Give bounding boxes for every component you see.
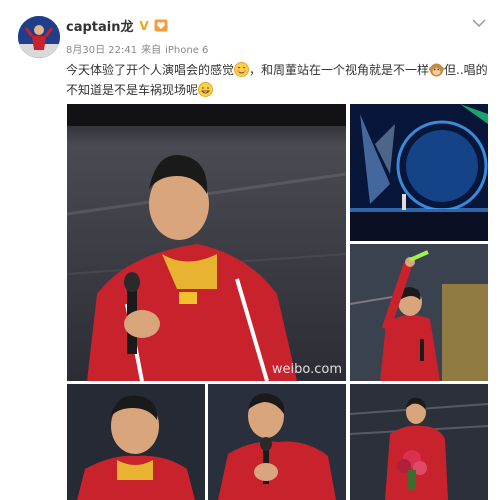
chevron-down-icon[interactable] — [470, 14, 488, 28]
member-heart-icon[interactable] — [154, 19, 168, 32]
post-photo-3[interactable] — [350, 244, 488, 381]
post-text-segment: ，和周董站在一个视角就是不一样 — [249, 63, 430, 77]
post-photo-5[interactable] — [208, 384, 346, 500]
post-photo-4[interactable] — [67, 384, 205, 500]
post-source[interactable]: iPhone 6 — [165, 45, 208, 56]
monkey-emoji-icon — [429, 62, 445, 77]
watermark: weibo.com — [271, 362, 342, 377]
photo-man-smiling — [67, 384, 205, 500]
post-text: 今天体验了开个人演唱会的感觉 ，和周董站在一个视角就是不一样 但..唱的不知道是不是… — [66, 60, 491, 100]
post-meta: 8月30日 22:41 来自 iPhone 6 — [66, 41, 212, 56]
post-photo-2[interactable] — [350, 104, 488, 241]
photo-concert-stage — [350, 104, 488, 241]
photo-man-flowers — [350, 384, 488, 500]
user-avatar[interactable] — [18, 16, 60, 58]
photo-man-microphone-2 — [208, 384, 346, 500]
source-prefix: 来自 — [141, 45, 162, 56]
grin-emoji-icon — [198, 82, 214, 97]
post-photo-6[interactable] — [350, 384, 488, 500]
verified-v-icon: V — [139, 18, 149, 33]
username-row: captain龙 V — [66, 16, 168, 35]
post-photo-1[interactable]: weibo.com — [67, 104, 346, 381]
photo-man-microphone — [67, 104, 346, 381]
post-date[interactable]: 8月30日 22:41 — [66, 45, 137, 56]
username[interactable]: captain龙 — [66, 16, 133, 35]
blush-emoji-icon — [234, 62, 250, 77]
avatar-image — [18, 16, 60, 58]
photo-waving-lightstick — [350, 244, 488, 381]
post-text-segment: 今天体验了开个人演唱会的感觉 — [66, 63, 235, 77]
